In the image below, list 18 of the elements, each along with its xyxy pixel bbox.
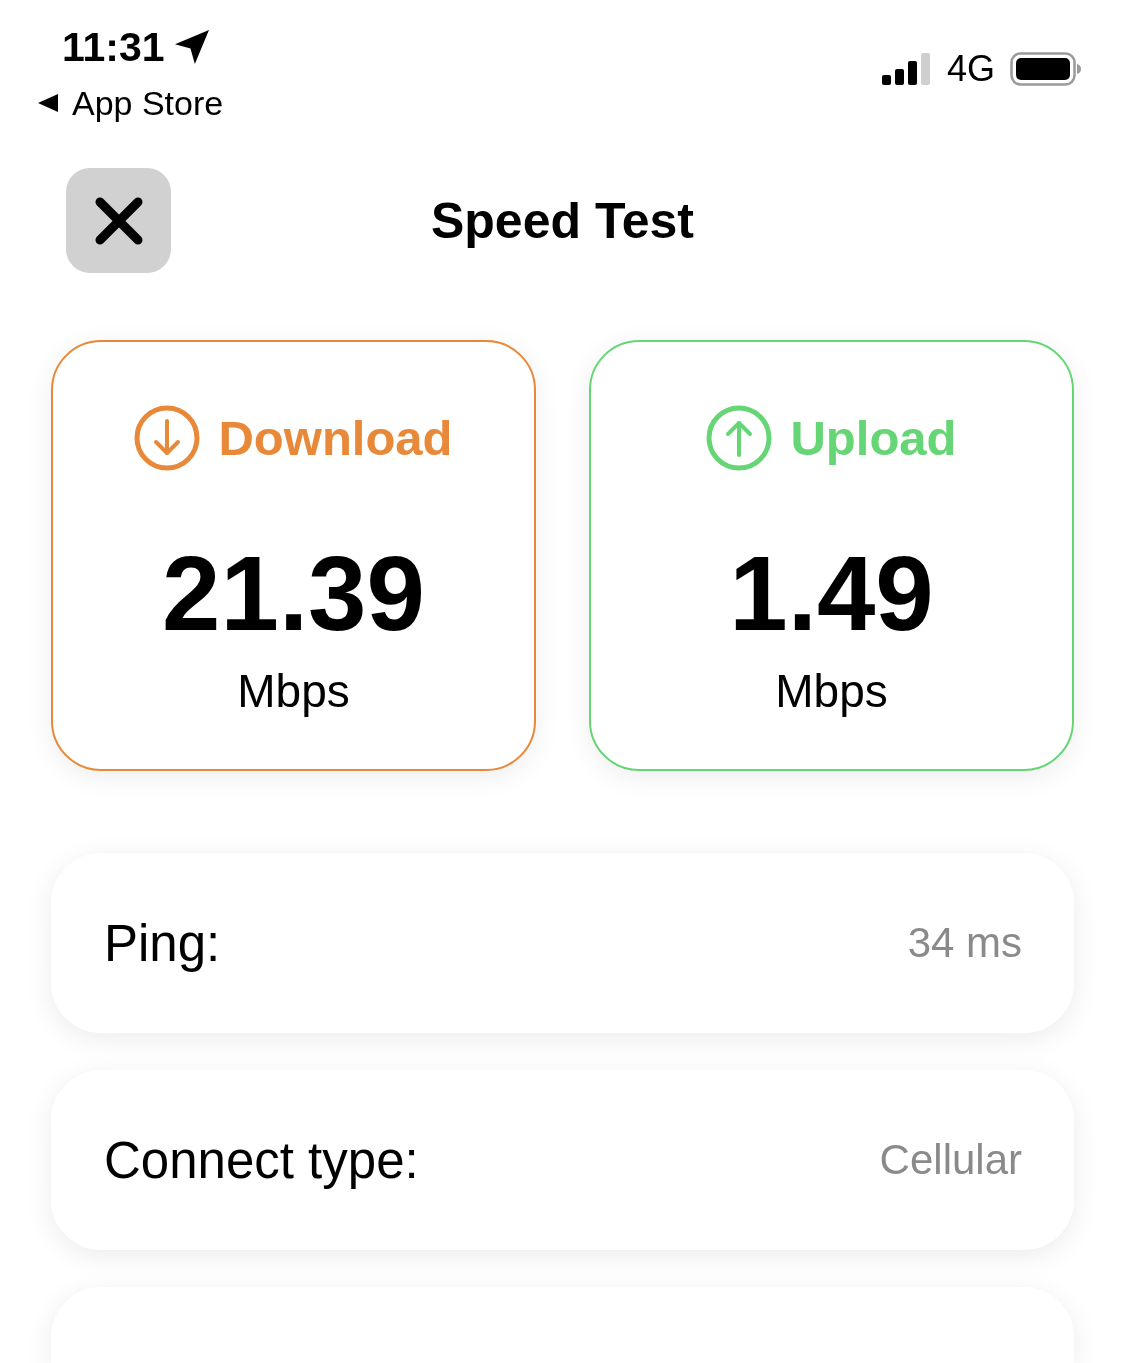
network-type: 4G (946, 51, 995, 87)
speed-value: 21.39 (162, 541, 425, 646)
signal-bars-icon (881, 53, 932, 85)
close-icon (94, 196, 143, 245)
location-arrow-icon (174, 30, 209, 64)
page-title: Speed Test (430, 195, 694, 246)
back-triangle-icon (38, 93, 58, 113)
speed-label: Upload (790, 413, 957, 463)
speed-label: Download (218, 413, 453, 463)
back-link[interactable]: App Store (72, 86, 224, 120)
speed-unit: Mbps (237, 666, 350, 716)
detail-value: Cellular (879, 1139, 1022, 1181)
close-button[interactable] (66, 168, 171, 273)
battery-icon (1010, 52, 1082, 86)
detail-value: 34 ms (907, 922, 1022, 964)
speed-unit: Mbps (775, 666, 888, 716)
status-time: 11:31 (62, 26, 165, 68)
speed-value: 1.49 (729, 541, 934, 646)
